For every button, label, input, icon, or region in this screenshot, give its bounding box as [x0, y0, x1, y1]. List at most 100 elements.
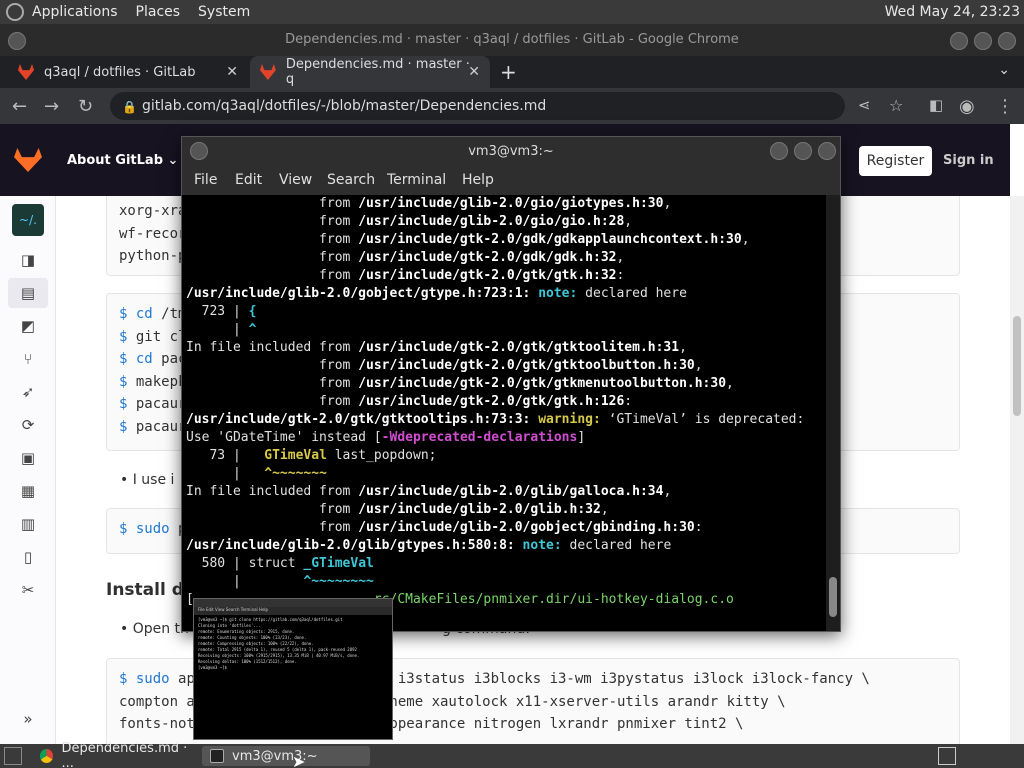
reload-icon[interactable]: ↻ — [78, 96, 93, 117]
tab-gitlab-project[interactable]: q3aql / dotfiles · GitLab ✕ — [8, 56, 248, 88]
taskbar-terminal[interactable]: vm3@vm3:~ — [202, 746, 370, 766]
preview-output: [vm3@vm3 ~]$ git clone https://gitlab.co… — [194, 615, 392, 673]
tab-close-icon[interactable]: ✕ — [226, 64, 238, 80]
minimize-button[interactable] — [770, 142, 788, 160]
close-button[interactable] — [998, 32, 1016, 50]
bullet-item: • Open th — [120, 621, 189, 637]
gitlab-favicon-icon — [18, 64, 34, 80]
menu-terminal[interactable]: Terminal — [387, 172, 446, 188]
line-suffix: , — [616, 250, 625, 265]
system-menu[interactable]: System — [198, 4, 250, 20]
distro-logo-icon[interactable] — [6, 3, 24, 21]
bottom-taskbar: Dependencies.md · ... vm3@vm3:~ — [0, 741, 1024, 768]
window-preview-thumbnail[interactable]: File Edit View Search Terminal Help [vm3… — [193, 598, 393, 740]
terminal-line: | ^ — [186, 321, 826, 339]
line-suffix: , — [741, 232, 750, 247]
toolbar: ← → ↻ 🔒 gitlab.com/q3aql/dotfiles/-/blob… — [0, 88, 1024, 124]
project-avatar[interactable]: ~/. — [12, 204, 44, 236]
taskbar-chrome[interactable]: Dependencies.md · ... — [32, 741, 198, 768]
forward-arrow-icon[interactable]: → — [44, 96, 59, 117]
wiki-icon[interactable]: ▯ — [20, 549, 36, 565]
url-input[interactable]: 🔒 gitlab.com/q3aql/dotfiles/-/blob/maste… — [110, 92, 845, 120]
profile-avatar-icon[interactable]: ◉ — [959, 96, 975, 117]
applications-menu[interactable]: Applications — [32, 4, 118, 20]
menu-edit[interactable]: Edit — [235, 172, 262, 188]
line-prefix: from — [186, 214, 359, 229]
preview-title-bar — [194, 599, 392, 607]
line-suffix: , — [600, 502, 609, 517]
new-tab-plus-icon[interactable]: + — [500, 60, 517, 84]
sign-in-link[interactable]: Sign in — [943, 153, 994, 168]
snippets-scissors-icon[interactable]: ✂ — [20, 582, 36, 598]
page-scrollbar[interactable] — [1010, 196, 1024, 744]
tab-dependencies[interactable]: Dependencies.md · master · q ✕ — [250, 56, 490, 88]
tab-close-icon[interactable]: ✕ — [468, 64, 480, 80]
repository-icon[interactable]: ▤ — [8, 278, 48, 308]
collapse-sidebar-icon[interactable]: » — [20, 711, 36, 727]
window-menu-icon[interactable] — [8, 32, 26, 50]
chrome-menu-icon[interactable]: ⋮ — [996, 96, 1014, 117]
line-prefix: | — [186, 466, 265, 481]
terminal-scrollbar-thumb[interactable] — [829, 577, 837, 617]
project-overview-icon[interactable]: ◨ — [20, 252, 36, 268]
highlight: _GTimeVal — [303, 556, 374, 571]
monitor-icon[interactable]: ▦ — [20, 483, 36, 499]
show-desktop-left-icon[interactable] — [4, 747, 22, 765]
analytics-icon[interactable]: ▥ — [20, 516, 36, 532]
line-suffix: ] — [577, 430, 586, 445]
share-icon[interactable]: ⋖ — [858, 96, 871, 114]
menu-search[interactable]: Search — [327, 172, 375, 188]
menu-view[interactable]: View — [279, 172, 312, 188]
args: fonts-not — [119, 716, 195, 732]
menu-file[interactable]: File — [194, 172, 217, 188]
minimize-button[interactable] — [950, 32, 968, 50]
workspace-switcher-icon[interactable] — [938, 747, 956, 765]
bookmark-star-icon[interactable]: ☆ — [889, 96, 903, 115]
merge-requests-icon[interactable]: ⑂ — [20, 351, 36, 367]
message: ‘GTimeVal’ is deprecated: — [600, 412, 805, 427]
terminal-line: from /usr/include/gtk-2.0/gtk/gtkmenutoo… — [186, 375, 826, 393]
message: declared here — [577, 286, 687, 301]
terminal-output[interactable]: from /usr/include/glib-2.0/gio/giotypes.… — [186, 195, 826, 631]
window-menu-icon[interactable] — [190, 142, 208, 160]
side-panel-icon[interactable]: ◧ — [929, 96, 943, 114]
deployments-icon[interactable]: ⟳ — [20, 417, 36, 433]
highlight: ^~~~~~~~~ — [303, 574, 374, 589]
note-tag: note: — [514, 538, 562, 553]
packages-icon[interactable]: ▣ — [20, 450, 36, 466]
prompt: $ — [119, 521, 128, 537]
command: cd — [135, 306, 153, 322]
back-arrow-icon[interactable]: ← — [12, 96, 27, 117]
tab-label: Dependencies.md · master · q — [285, 57, 470, 87]
gitlab-logo-icon[interactable] — [14, 148, 42, 172]
maximize-button[interactable] — [974, 32, 992, 50]
menu-help[interactable]: Help — [462, 172, 494, 188]
line-suffix: , — [726, 376, 734, 391]
terminal-scrollbar[interactable] — [826, 195, 840, 631]
prompt: $ — [119, 306, 128, 322]
about-gitlab-menu[interactable]: About GitLab ⌄ — [67, 153, 178, 168]
maximize-button[interactable] — [794, 142, 812, 160]
highlight: ^~~~~~~~ — [264, 466, 327, 481]
issues-icon[interactable]: ◩ — [20, 318, 36, 334]
tab-search-chevron-icon[interactable]: ⌄ — [998, 62, 1010, 78]
line-prefix: 580 | struct — [186, 556, 304, 571]
terminal-line: In file included from /usr/include/glib-… — [186, 483, 826, 501]
lock-icon[interactable]: 🔒 — [122, 93, 137, 121]
close-button[interactable] — [818, 142, 836, 160]
line-prefix: from — [186, 376, 359, 391]
tab-bar: q3aql / dotfiles · GitLab ✕ Dependencies… — [0, 56, 1024, 88]
terminal-line: Use 'GDateTime' instead [-Wdeprecated-de… — [186, 429, 826, 447]
places-menu[interactable]: Places — [136, 4, 181, 20]
ci-cd-rocket-icon[interactable]: ➶ — [20, 384, 36, 400]
args-tail: theme xautolock x11-xserver-utils arandr… — [381, 693, 786, 710]
terminal-title-bar[interactable]: vm3@vm3:~ — [182, 137, 840, 167]
page-scrollbar-thumb[interactable] — [1013, 316, 1021, 416]
preview-menubar: File Edit View Search Terminal Help — [194, 607, 392, 615]
terminal-window[interactable]: vm3@vm3:~ File Edit View Search Terminal… — [181, 136, 841, 632]
register-button[interactable]: Register — [859, 146, 932, 176]
terminal-line: In file included from /usr/include/gtk-2… — [186, 339, 826, 357]
args: makepk — [127, 373, 187, 390]
clock[interactable]: Wed May 24, 23:23 — [885, 4, 1020, 20]
terminal-line: from /usr/include/glib-2.0/gobject/gbind… — [186, 519, 826, 537]
